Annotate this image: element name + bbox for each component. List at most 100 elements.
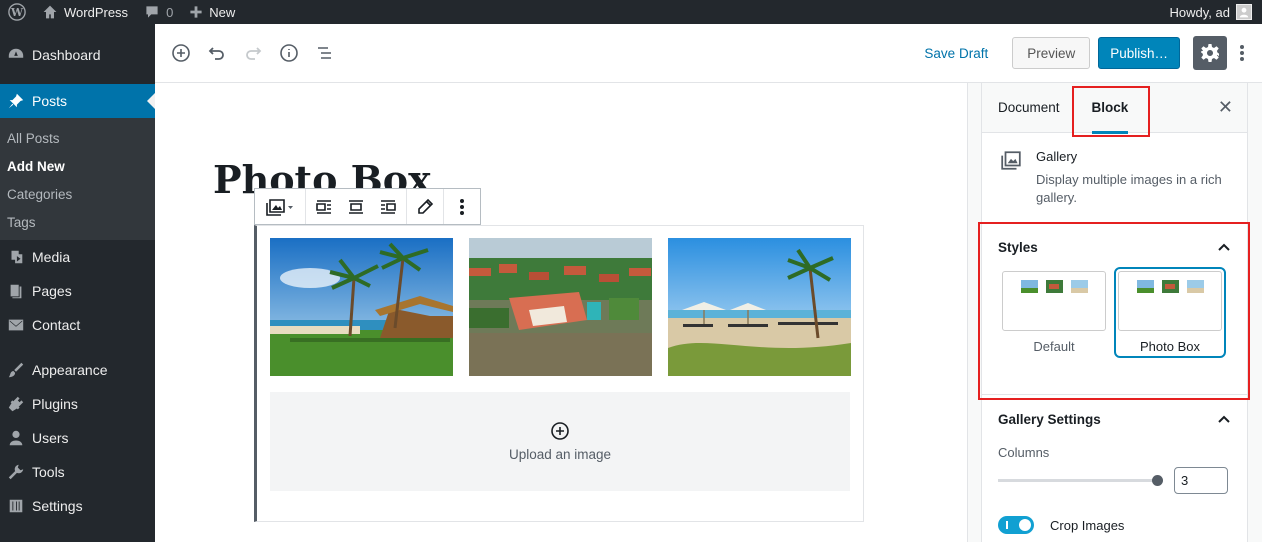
undo-icon [208,47,224,60]
info-icon [280,44,298,62]
site-name: WordPress [64,4,129,20]
menu-label-contact: Contact [32,317,81,333]
redo-button[interactable] [235,35,271,71]
menu-item-media[interactable]: Media [0,240,155,274]
submenu-categories[interactable]: Categories [0,180,155,208]
gallery-image-beach-palms[interactable] [270,238,453,376]
plus-icon [190,6,202,18]
edit-gallery-button[interactable] [409,189,441,224]
gear-icon [1201,44,1219,62]
upload-image-label: Upload an image [508,447,612,462]
home-icon [43,5,57,19]
editor-header: Save Draft Preview Publish… [155,24,1262,83]
menu-label-appearance: Appearance [32,362,108,378]
svg-text:W: W [10,6,24,19]
new-label: New [209,4,236,20]
gallery-settings-toggle[interactable]: Gallery Settings [982,395,1247,443]
columns-label: Columns [998,445,1050,460]
gallery-image-aerial-resort[interactable] [469,238,652,376]
menu-label-tools: Tools [32,464,65,480]
upload-image-button[interactable]: Upload an image [270,392,850,491]
dashboard-icon [6,45,26,65]
block-card: Gallery Display multiple images in a ric… [982,133,1247,223]
menu-item-posts[interactable]: Posts [0,84,155,118]
submenu-add-new[interactable]: Add New [0,152,155,180]
save-draft-button[interactable]: Save Draft [924,46,988,61]
menu-item-plugins[interactable]: Plugins [0,387,155,421]
howdy-user[interactable]: Howdy, ad [1170,5,1230,20]
highlight-block-tab [1072,86,1150,137]
align-right-icon [381,199,396,214]
align-left-button[interactable] [308,189,340,224]
pages-icon [6,281,26,301]
plug-icon [6,394,26,414]
new-content-link[interactable]: New [181,0,243,24]
pencil-icon [418,198,434,214]
comment-icon [146,6,158,18]
list-icon [318,47,331,59]
align-center-button[interactable] [340,189,372,224]
redo-icon [246,47,262,60]
block-more-options-button[interactable] [446,189,478,224]
menu-label-settings: Settings [32,498,83,514]
vertical-ellipsis-icon [460,198,464,215]
tab-document[interactable]: Document [982,83,1076,133]
media-icon [6,247,26,267]
menu-label-media: Media [32,249,71,265]
editor-content: Photo Box Upload an image [155,83,967,542]
pushpin-icon [6,91,26,111]
undo-button[interactable] [199,35,235,71]
block-switcher-button[interactable] [257,189,303,224]
user-icon [6,428,26,448]
menu-item-settings[interactable]: Settings [0,489,155,523]
comments-link[interactable]: 0 [136,0,181,24]
block-navigation-button[interactable] [307,35,343,71]
sliders-icon [6,496,26,516]
close-sidebar-button[interactable]: ✕ [1218,97,1233,118]
content-info-button[interactable] [271,35,307,71]
add-block-button[interactable] [163,35,199,71]
gallery-image-beach-umbrellas[interactable] [668,238,851,376]
submenu-tags[interactable]: Tags [0,208,155,236]
menu-label-dashboard: Dashboard [32,47,101,63]
columns-number-input[interactable]: 3 [1174,467,1228,494]
envelope-icon [6,315,26,335]
crop-images-toggle[interactable] [998,516,1034,534]
admin-menu: Dashboard Posts All Posts Add New Catego… [0,24,155,542]
gallery-block[interactable]: Upload an image [254,225,864,522]
align-right-button[interactable] [372,189,404,224]
comments-count: 0 [166,4,174,20]
columns-range-slider[interactable] [998,475,1163,486]
gallery-icon [266,198,293,216]
preview-button[interactable]: Preview [1012,37,1091,69]
wordpress-logo-icon[interactable]: W [0,0,34,24]
columns-range-thumb[interactable] [1152,475,1163,486]
plus-circle-icon [551,422,569,440]
paintbrush-icon [6,360,26,380]
menu-item-pages[interactable]: Pages [0,274,155,308]
wrench-icon [6,462,26,482]
submenu-all-posts[interactable]: All Posts [0,124,155,152]
menu-item-users[interactable]: Users [0,421,155,455]
publish-button[interactable]: Publish… [1098,37,1180,69]
site-name-link[interactable]: WordPress [34,0,136,24]
settings-toggle-button[interactable] [1193,36,1227,70]
menu-label-pages: Pages [32,283,72,299]
align-left-icon [316,199,331,214]
menu-item-dashboard[interactable]: Dashboard [0,38,155,72]
chevron-up-icon [1217,412,1231,427]
crop-images-label: Crop Images [1050,517,1125,533]
highlight-styles-panel [978,222,1250,400]
more-menu-button[interactable] [1230,36,1254,70]
menu-item-contact[interactable]: Contact [0,308,155,342]
align-center-icon [349,199,363,214]
menu-item-appearance[interactable]: Appearance [0,353,155,387]
block-card-title: Gallery [1036,149,1078,164]
menu-item-tools[interactable]: Tools [0,455,155,489]
avatar[interactable] [1236,4,1252,20]
block-toolbar [254,188,481,225]
gallery-settings-panel: Gallery Settings Columns 3 Crop Images [982,395,1247,534]
gallery-images [270,238,851,376]
plus-circle-icon [172,44,190,62]
vertical-ellipsis-icon [1240,45,1244,61]
